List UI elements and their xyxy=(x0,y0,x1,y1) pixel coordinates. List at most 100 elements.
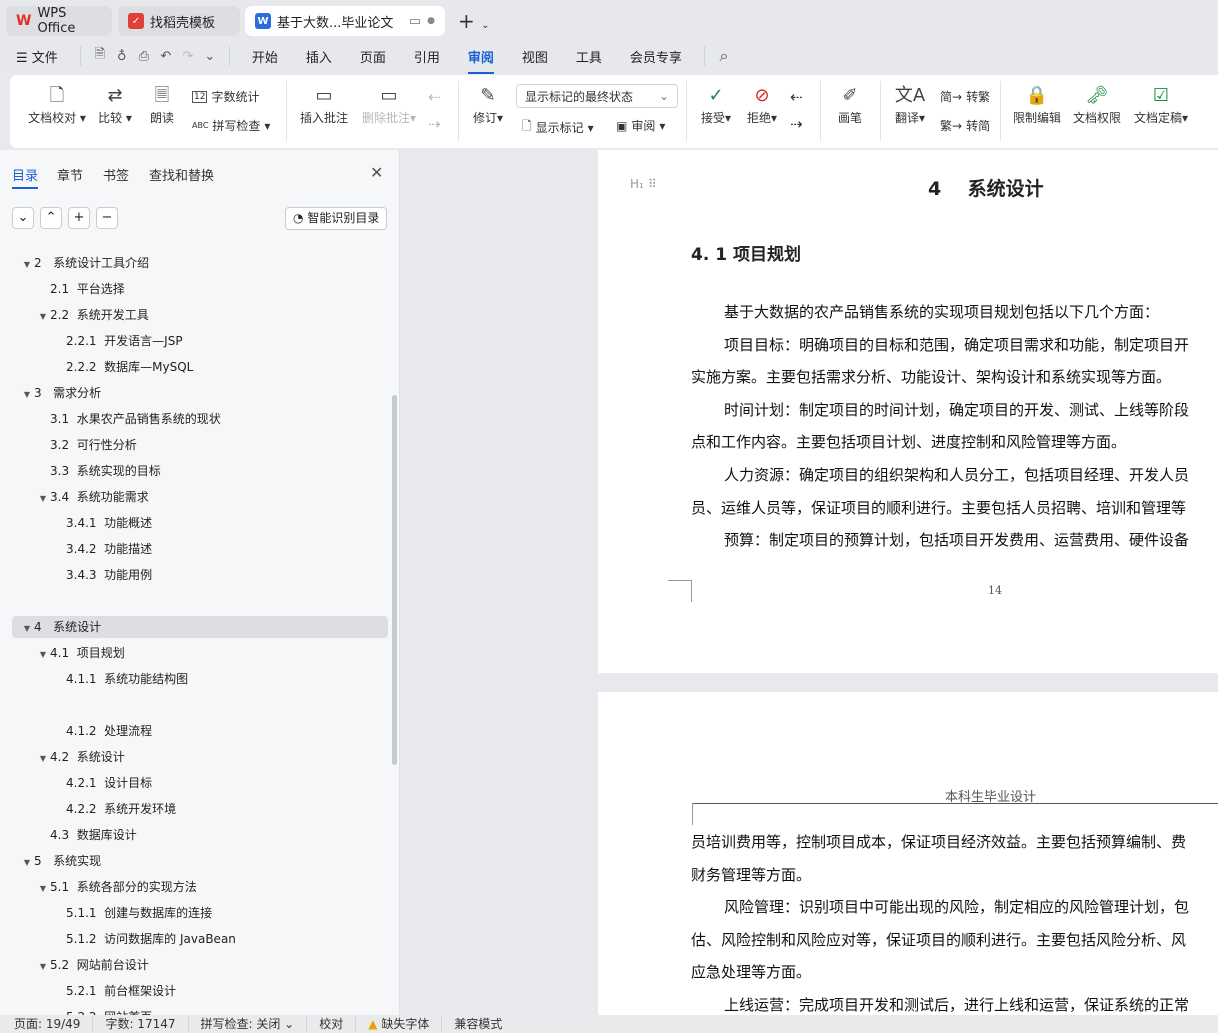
drag-handle-icon[interactable]: ⠿ xyxy=(648,177,657,191)
toc-item[interactable]: ▼ 5.2 网站前台设计 xyxy=(12,954,388,976)
next-comment-icon[interactable]: ⇢ xyxy=(428,115,441,133)
more-chevron-icon[interactable]: ⌄ xyxy=(199,49,221,64)
menu-member[interactable]: 会员专享 xyxy=(616,47,696,66)
markup-state-select[interactable]: 显示标记的最终状态 ⌄ xyxy=(516,84,678,108)
expand-triangle-icon[interactable]: ▼ xyxy=(20,618,34,640)
expand-triangle-icon[interactable]: ▼ xyxy=(36,644,50,666)
undo-icon[interactable]: ↶ xyxy=(155,49,177,64)
review-pane-button[interactable]: ▣ 审阅 ▾ xyxy=(616,117,665,134)
share-icon[interactable]: ♁ xyxy=(111,49,133,64)
menu-page[interactable]: 页面 xyxy=(346,47,400,66)
toc-item[interactable]: ▼ 5.1 系统各部分的实现方法 xyxy=(12,876,388,898)
proofread-button[interactable]: 🗋 文档校对 ▾ xyxy=(26,83,88,126)
toc-item[interactable]: 3.2 可行性分析 xyxy=(12,434,388,456)
doc-permission-button[interactable]: 🗝 文档权限 xyxy=(1070,83,1124,126)
page-indicator[interactable]: 页面: 19/49 xyxy=(0,1017,94,1031)
toc-item[interactable]: ▼ 3.4 系统功能需求 xyxy=(12,486,388,508)
menu-references[interactable]: 引用 xyxy=(400,47,454,66)
spell-check-status[interactable]: 拼写检查: 关闭 ⌄ xyxy=(189,1017,308,1031)
to-traditional-button[interactable]: 简→ 转繁 xyxy=(940,88,990,105)
toc-item[interactable]: ▼ 4 系统设计 xyxy=(12,616,388,638)
next-change-icon[interactable]: ⇢ xyxy=(790,115,803,133)
toc-item[interactable]: ▼ 4.1 项目规划 xyxy=(12,642,388,664)
menu-insert[interactable]: 插入 xyxy=(292,47,346,66)
toc-item[interactable]: 4.3 数据库设计 xyxy=(12,824,388,846)
word-count[interactable]: 字数: 17147 xyxy=(93,1017,189,1031)
collapse-down-button[interactable]: ⌄ xyxy=(12,207,34,229)
expand-triangle-icon[interactable]: ▼ xyxy=(20,254,34,276)
translate-button[interactable]: 文A 翻译▾ xyxy=(890,83,930,126)
revise-button[interactable]: ✎ 修订▾ xyxy=(468,83,508,126)
new-tab-button[interactable]: + ⌄ xyxy=(458,9,490,33)
tab-docer[interactable]: ✓ 找稻壳模板 xyxy=(118,6,240,36)
read-aloud-button[interactable]: 🗏 朗读 xyxy=(144,83,180,126)
toc-item[interactable]: 5.2.1 前台框架设计 xyxy=(12,980,388,1002)
toc-item[interactable]: 2.1 平台选择 xyxy=(12,278,388,300)
toc-item[interactable]: 4.2.2 系统开发环境 xyxy=(12,798,388,820)
expand-triangle-icon[interactable]: ▼ xyxy=(36,488,50,510)
insert-comment-button[interactable]: ▭ 插入批注 xyxy=(296,83,352,126)
prev-comment-icon[interactable]: ⇠ xyxy=(428,88,441,106)
menu-review[interactable]: 审阅 xyxy=(454,47,508,74)
toc-item[interactable]: 3.3 系统实现的目标 xyxy=(12,460,388,482)
toc-item[interactable]: ▼ 3 需求分析 xyxy=(12,382,388,404)
toc-item[interactable]: 5.1.2 访问数据库的 JavaBean xyxy=(12,928,388,950)
monitor-icon[interactable]: ▭ xyxy=(409,14,421,29)
expand-triangle-icon[interactable]: ▼ xyxy=(36,748,50,770)
smart-toc-button[interactable]: ◔ 智能识别目录 xyxy=(285,207,388,230)
save-icon[interactable]: 🗎 xyxy=(89,45,111,67)
word-count-button[interactable]: 12 字数统计 xyxy=(192,88,259,105)
menu-tools[interactable]: 工具 xyxy=(562,47,616,66)
expand-triangle-icon[interactable]: ▼ xyxy=(20,384,34,406)
proofread-status[interactable]: 校对 xyxy=(307,1017,357,1031)
missing-font-status[interactable]: ▲ 缺失字体 xyxy=(356,1017,443,1031)
expand-triangle-icon[interactable]: ▼ xyxy=(36,306,50,328)
remove-heading-button[interactable]: − xyxy=(96,207,118,229)
toc-item[interactable]: 3.4.3 功能用例 xyxy=(12,564,388,586)
finalize-button[interactable]: ☑ 文档定稿▾ xyxy=(1128,83,1194,126)
toc-item[interactable]: ▼ 2.2 系统开发工具 xyxy=(12,304,388,326)
toc-item[interactable]: 2.2.1 开发语言—JSP xyxy=(12,330,388,352)
file-menu[interactable]: ☰ 文件 xyxy=(0,47,72,66)
tab-document[interactable]: W 基于大数...毕业论文 ▭ ● xyxy=(245,6,445,36)
to-simplified-button[interactable]: 繁→ 转简 xyxy=(940,117,990,134)
menu-start[interactable]: 开始 xyxy=(238,47,292,66)
pen-button[interactable]: ✐ 画笔 xyxy=(832,83,868,126)
toc-item[interactable]: 4.1.1 系统功能结构图 xyxy=(12,668,388,690)
collapse-up-button[interactable]: ⌃ xyxy=(40,207,62,229)
add-heading-button[interactable]: + xyxy=(68,207,90,229)
menu-view[interactable]: 视图 xyxy=(508,47,562,66)
tab-toc[interactable]: 目录 xyxy=(12,165,39,189)
show-markup-button[interactable]: 🗋 显示标记 ▾ xyxy=(522,117,594,138)
tab-chapters[interactable]: 章节 xyxy=(57,165,83,184)
expand-triangle-icon[interactable]: ▼ xyxy=(36,878,50,900)
toc-item[interactable]: 3.4.1 功能概述 xyxy=(12,512,388,534)
paragraph-line: 人力资源：确定项目的组织架构和人员分工，包括项目经理、开发人员 xyxy=(724,466,1190,484)
tab-find-replace[interactable]: 查找和替换 xyxy=(149,165,214,184)
accept-button[interactable]: ✓ 接受▾ xyxy=(696,83,736,126)
toc-item[interactable]: ▼ 5 系统实现 xyxy=(12,850,388,872)
restrict-edit-button[interactable]: 🔒 限制编辑 xyxy=(1010,83,1064,126)
toc-item[interactable]: 5.1.1 创建与数据库的连接 xyxy=(12,902,388,924)
toc-item[interactable]: 2.2.2 数据库—MySQL xyxy=(12,356,388,378)
tab-bookmarks[interactable]: 书签 xyxy=(103,165,129,184)
compare-button[interactable]: ⇄ 比较 ▾ xyxy=(96,83,134,126)
prev-change-icon[interactable]: ⇠ xyxy=(790,88,803,106)
expand-triangle-icon[interactable]: ▼ xyxy=(36,956,50,978)
toc-item[interactable]: ▼ 2 系统设计工具介绍 xyxy=(12,252,388,274)
toc-item[interactable]: 3.4.2 功能描述 xyxy=(12,538,388,560)
redo-icon[interactable]: ↷ xyxy=(177,49,199,64)
tab-wps-office[interactable]: W WPS Office xyxy=(6,6,112,36)
expand-triangle-icon[interactable]: ▼ xyxy=(20,852,34,874)
delete-comment-button[interactable]: ▭ 删除批注▾ xyxy=(358,83,420,126)
search-icon[interactable]: ⌕ xyxy=(713,46,735,66)
toc-item[interactable]: 4.2.1 设计目标 xyxy=(12,772,388,794)
print-preview-icon[interactable]: ⎙ xyxy=(133,49,155,64)
toc-item[interactable]: 3.1 水果农产品销售系统的现状 xyxy=(12,408,388,430)
scrollbar[interactable] xyxy=(392,395,397,765)
toc-item[interactable]: ▼ 4.2 系统设计 xyxy=(12,746,388,768)
toc-item[interactable]: 4.1.2 处理流程 xyxy=(12,720,388,742)
reject-button[interactable]: ⊘ 拒绝▾ xyxy=(742,83,782,126)
spell-check-button[interactable]: ABC 拼写检查 ▾ xyxy=(192,117,270,134)
close-icon[interactable]: ✕ xyxy=(370,163,383,182)
